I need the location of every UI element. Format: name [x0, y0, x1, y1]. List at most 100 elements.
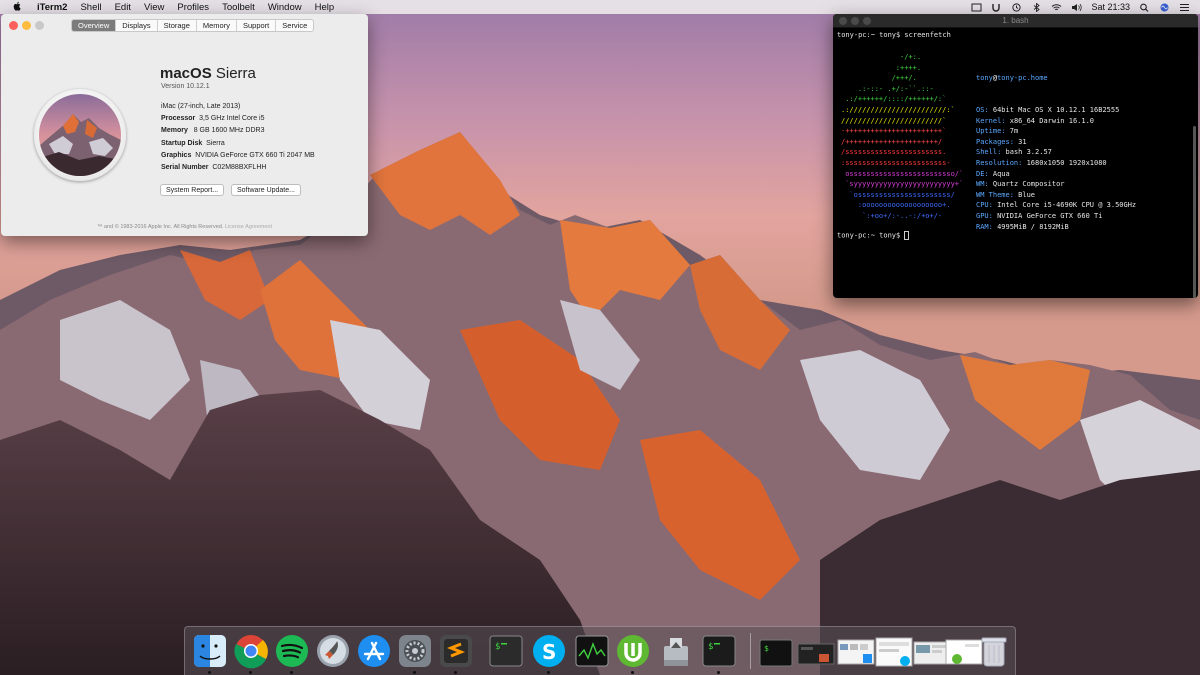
software-update-button[interactable]: Software Update...	[231, 184, 301, 196]
system-info-value: Aqua	[988, 169, 1010, 178]
spotify-icon[interactable]	[273, 632, 311, 670]
clock[interactable]: Sat 21:33	[1091, 2, 1130, 12]
system-preferences-icon[interactable]	[396, 632, 434, 670]
ascii-art-line: `syyyyyyyyyyyyyyyyyyyyyyyy+`	[841, 180, 964, 189]
app-store-icon[interactable]	[355, 632, 393, 670]
spec-memory: Memory 8 GB 1600 MHz DDR3	[161, 127, 265, 135]
sublime-text-icon[interactable]	[437, 632, 475, 670]
tab-overview[interactable]: Overview	[72, 20, 117, 31]
terminal-icon[interactable]: $	[487, 632, 525, 670]
ascii-art-line: `:+oo+/:-..-:/+o+/-	[841, 211, 943, 220]
system-info-value: 7m	[1005, 127, 1019, 136]
system-info-key: Resolution:	[976, 158, 1023, 167]
system-report-button[interactable]: System Report...	[160, 184, 225, 196]
ascii-art-line: .:-::- .+/:-``.::-	[841, 84, 934, 93]
spec-processor: Processor 3,5 GHz Intel Core i5	[161, 115, 265, 123]
menu-shell[interactable]: Shell	[80, 2, 101, 13]
system-info-value: 31	[1013, 137, 1027, 146]
system-info-key: Packages:	[976, 137, 1014, 146]
license-agreement-link[interactable]: License Agreement	[225, 224, 272, 230]
system-info-line: CPU: Intel Core i5-4690K CPU @ 3.50GHz	[976, 200, 1136, 211]
spec-model: iMac (27-inch, Late 2013)	[161, 103, 241, 110]
minimize-button[interactable]	[22, 21, 31, 30]
ascii-art-line: osssssssssssssssssssssssso/`	[841, 169, 964, 178]
tab-memory[interactable]: Memory	[197, 20, 237, 31]
iterm-window: 1. bash tony-pc:~ tony$ screenfetch -/+:…	[833, 14, 1198, 298]
system-info-line: Shell: bash 3.2.57	[976, 147, 1136, 158]
menu-app-name[interactable]: iTerm2	[37, 2, 67, 13]
spotify-running-indicator	[290, 671, 293, 674]
minimized-window-2[interactable]	[837, 632, 875, 670]
ascii-art-line: :++++.	[841, 63, 922, 72]
cursor	[904, 231, 910, 240]
apple-menu-icon[interactable]	[13, 1, 25, 14]
minimized-terminal[interactable]: $	[757, 632, 795, 670]
close-button[interactable]	[9, 21, 18, 30]
terminal-title: 1. bash	[1002, 16, 1029, 25]
system-info-key: Shell:	[976, 148, 1002, 157]
system-info-line: GPU: NVIDIA GeForce GTX 660 Ti	[976, 211, 1136, 222]
os-title: macOS Sierra	[160, 65, 256, 82]
user-host-line: tony@tony-pc.home	[976, 74, 1048, 83]
apple-ascii-logo: -/+:. :++++. /+++/. .:-::- .+/:-``.::- .…	[841, 52, 963, 222]
system-info-key: GPU:	[976, 211, 993, 220]
menu-view[interactable]: View	[144, 2, 164, 13]
menu-toolbelt[interactable]: Toolbelt	[222, 2, 255, 13]
wifi-icon[interactable]	[1051, 3, 1062, 12]
notification-center-icon[interactable]	[1179, 3, 1190, 12]
finder-icon[interactable]	[191, 632, 229, 670]
utorrent-icon[interactable]	[614, 632, 652, 670]
volume-icon[interactable]	[1071, 3, 1083, 12]
time-machine-icon[interactable]	[1011, 2, 1022, 12]
spec-startup-disk: Startup Disk Sierra	[161, 139, 225, 147]
dock: $ S $ $	[184, 626, 1016, 675]
ascii-art-line: -+++++++++++++++++++++++`	[841, 127, 947, 136]
terminal-prompt[interactable]: tony-pc:~ tony$	[837, 231, 910, 240]
menu-profiles[interactable]: Profiles	[177, 2, 209, 13]
activity-monitor-icon[interactable]	[573, 632, 611, 670]
launchpad-icon[interactable]	[314, 632, 352, 670]
tab-support[interactable]: Support	[237, 20, 277, 31]
system-info-value: Blue	[1013, 190, 1036, 199]
system-info-line: DE: Aqua	[976, 169, 1136, 180]
siri-icon[interactable]	[1159, 3, 1170, 12]
system-info-line: OS: 64bit Mac OS X 10.12.1 16B2555	[976, 105, 1136, 116]
menu-window[interactable]: Window	[268, 2, 302, 13]
bluetooth-icon[interactable]	[1031, 2, 1042, 12]
spec-graphics: Graphics NVIDIA GeForce GTX 660 Ti 2047 …	[161, 151, 315, 159]
ascii-art-line: /+++/.	[841, 74, 917, 83]
tab-displays[interactable]: Displays	[116, 20, 158, 31]
minimized-window-3[interactable]	[875, 632, 913, 670]
chrome-icon[interactable]	[232, 632, 270, 670]
tab-service[interactable]: Service	[276, 20, 313, 31]
menu-help[interactable]: Help	[315, 2, 335, 13]
trash-icon[interactable]	[975, 632, 1013, 670]
menu-bar: iTerm2 Shell Edit View Profiles Toolbelt…	[0, 0, 1200, 14]
ascii-art-line: /sssssssssssssssssssssss.	[841, 148, 947, 157]
system-preferences-running-indicator	[413, 671, 416, 674]
spec-serial-number: Serial Number C02M88BXFLHH	[161, 164, 267, 172]
system-info-value: Quartz Compositor	[988, 180, 1065, 189]
chrome-running-indicator	[249, 671, 252, 674]
zoom-button	[35, 21, 44, 30]
skype-icon[interactable]: S	[530, 632, 568, 670]
svg-text:$: $	[708, 642, 713, 652]
system-info-line: Packages: 31	[976, 137, 1136, 148]
disk-utility-icon[interactable]	[657, 632, 695, 670]
system-info-value: 64bit Mac OS X 10.12.1 16B2555	[988, 105, 1120, 114]
finder-running-indicator	[208, 671, 211, 674]
spotlight-search-icon[interactable]	[1139, 3, 1150, 12]
system-info-value: bash 3.2.57	[1001, 148, 1052, 157]
tab-storage[interactable]: Storage	[158, 20, 197, 31]
minimized-window-1[interactable]	[797, 632, 835, 670]
status-square-icon[interactable]	[971, 3, 982, 12]
terminal-command-line: tony-pc:~ tony$ screenfetch	[837, 31, 951, 39]
utorrent-menu-icon[interactable]	[991, 3, 1002, 12]
iterm-icon[interactable]: $	[700, 632, 738, 670]
iterm-running-indicator	[717, 671, 720, 674]
terminal-scrollbar[interactable]	[1193, 126, 1196, 298]
system-info-key: RAM:	[976, 222, 993, 231]
system-info-key: OS:	[976, 105, 989, 114]
menu-edit[interactable]: Edit	[115, 2, 131, 13]
system-info-line: Uptime: 7m	[976, 126, 1136, 137]
